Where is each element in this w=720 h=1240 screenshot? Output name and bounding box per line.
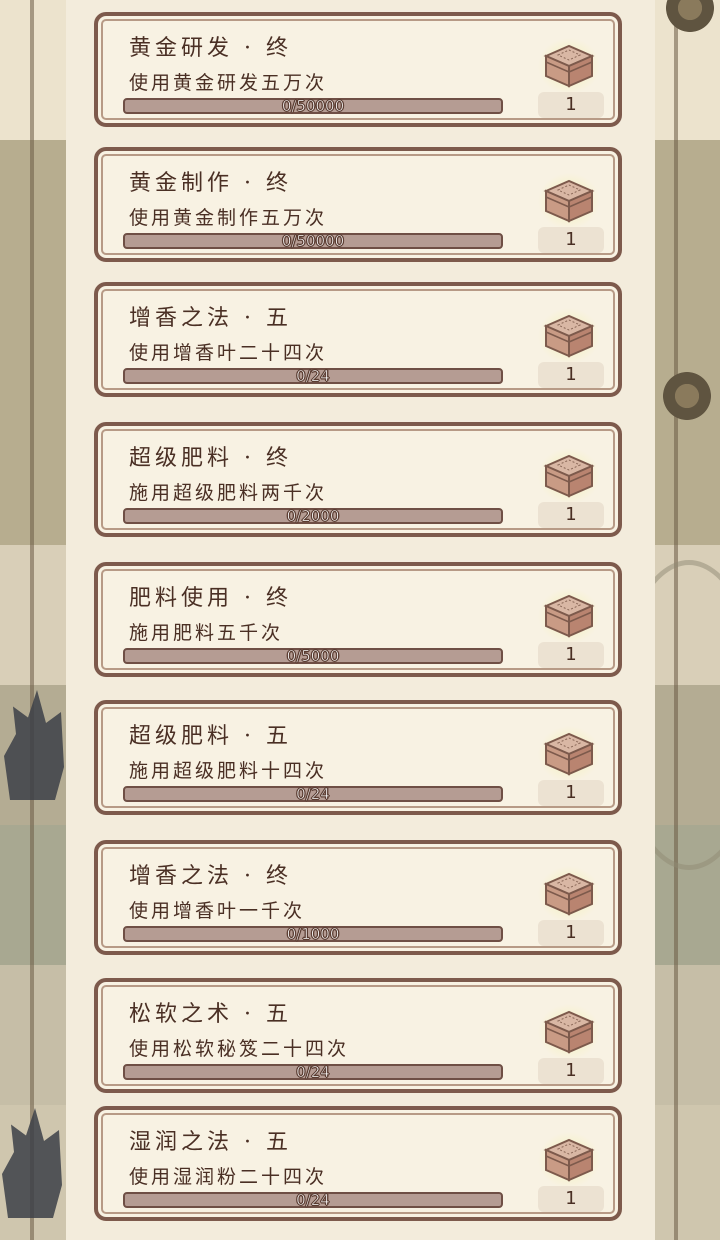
treasure-box-icon[interactable] [538, 306, 600, 364]
treasure-box-icon[interactable] [538, 724, 600, 782]
treasure-box-icon[interactable] [538, 1130, 600, 1188]
quest-description: 施用肥料五千次 [129, 622, 284, 644]
quest-title: 黄金制作 · 终 [129, 171, 292, 196]
quest-card[interactable]: 黄金制作 · 终 使用黄金制作五万次 0/50000 1 [94, 147, 622, 262]
quest-progress-bar: 0/5000 [123, 647, 503, 666]
quest-card[interactable]: 松软之术 · 五 使用松软秘笈二十四次 0/24 1 [94, 978, 622, 1093]
quest-progress-text: 0/24 [296, 1063, 330, 1082]
quest-card[interactable]: 肥料使用 · 终 施用肥料五千次 0/5000 1 [94, 562, 622, 677]
reward-count: 1 [538, 362, 604, 388]
quest-title: 黄金研发 · 终 [129, 36, 292, 61]
quest-card[interactable]: 增香之法 · 五 使用增香叶二十四次 0/24 1 [94, 282, 622, 397]
lotus-lamp-decoration [659, 368, 715, 424]
treasure-box-icon[interactable] [538, 36, 600, 94]
quest-progress-bar: 0/24 [123, 785, 503, 804]
quest-progress-bar: 0/24 [123, 1191, 503, 1210]
quest-description: 使用黄金研发五万次 [129, 72, 328, 94]
quest-progress-bar: 0/50000 [123, 97, 503, 116]
quest-progress-bar: 0/24 [123, 367, 503, 386]
treasure-box-icon[interactable] [538, 171, 600, 229]
reward-count: 1 [538, 1186, 604, 1212]
quest-list[interactable]: 黄金研发 · 终 使用黄金研发五万次 0/50000 1 黄金制作 · 终 使用… [66, 0, 655, 1240]
quest-description: 施用超级肥料两千次 [129, 482, 328, 504]
quest-description: 使用黄金制作五万次 [129, 207, 328, 229]
quest-progress-text: 0/24 [296, 785, 330, 804]
quest-progress-bar: 0/24 [123, 1063, 503, 1082]
quest-title: 增香之法 · 五 [129, 306, 292, 331]
quest-progress-bar: 0/1000 [123, 925, 503, 944]
quest-description: 施用超级肥料十四次 [129, 760, 328, 782]
quest-title: 超级肥料 · 终 [129, 446, 292, 471]
treasure-box-icon[interactable] [538, 446, 600, 504]
reward-count: 1 [538, 227, 604, 253]
reward-count: 1 [538, 1058, 604, 1084]
quest-card[interactable]: 湿润之法 · 五 使用湿润粉二十四次 0/24 1 [94, 1106, 622, 1221]
quest-progress-text: 0/50000 [281, 232, 345, 251]
treasure-box-icon[interactable] [538, 864, 600, 922]
lotus-lamp-decoration [662, 0, 718, 36]
quest-description: 使用增香叶二十四次 [129, 342, 328, 364]
left-scenery [0, 0, 66, 1240]
quest-title: 增香之法 · 终 [129, 864, 292, 889]
quest-progress-bar: 0/2000 [123, 507, 503, 526]
rock-decoration [4, 690, 64, 800]
quest-title: 湿润之法 · 五 [129, 1130, 292, 1155]
quest-progress-text: 0/24 [296, 367, 330, 386]
quest-title: 超级肥料 · 五 [129, 724, 292, 749]
quest-progress-text: 0/2000 [286, 507, 340, 526]
quest-progress-text: 0/5000 [286, 647, 340, 666]
window-frame-line [30, 0, 34, 1240]
reward-count: 1 [538, 642, 604, 668]
reward-count: 1 [538, 780, 604, 806]
quest-card[interactable]: 黄金研发 · 终 使用黄金研发五万次 0/50000 1 [94, 12, 622, 127]
quest-title: 肥料使用 · 终 [129, 586, 292, 611]
reward-count: 1 [538, 920, 604, 946]
quest-progress-text: 0/1000 [286, 925, 340, 944]
right-scenery [614, 0, 720, 1240]
quest-card[interactable]: 增香之法 · 终 使用增香叶一千次 0/1000 1 [94, 840, 622, 955]
quest-description: 使用增香叶一千次 [129, 900, 306, 922]
quest-title: 松软之术 · 五 [129, 1002, 292, 1027]
treasure-box-icon[interactable] [538, 586, 600, 644]
reward-count: 1 [538, 502, 604, 528]
quest-progress-bar: 0/50000 [123, 232, 503, 251]
quest-progress-text: 0/50000 [281, 97, 345, 116]
rock-decoration [2, 1108, 62, 1218]
quest-progress-text: 0/24 [296, 1191, 330, 1210]
quest-card[interactable]: 超级肥料 · 五 施用超级肥料十四次 0/24 1 [94, 700, 622, 815]
quest-description: 使用湿润粉二十四次 [129, 1166, 328, 1188]
quest-description: 使用松软秘笈二十四次 [129, 1038, 350, 1060]
quest-card[interactable]: 超级肥料 · 终 施用超级肥料两千次 0/2000 1 [94, 422, 622, 537]
treasure-box-icon[interactable] [538, 1002, 600, 1060]
reward-count: 1 [538, 92, 604, 118]
